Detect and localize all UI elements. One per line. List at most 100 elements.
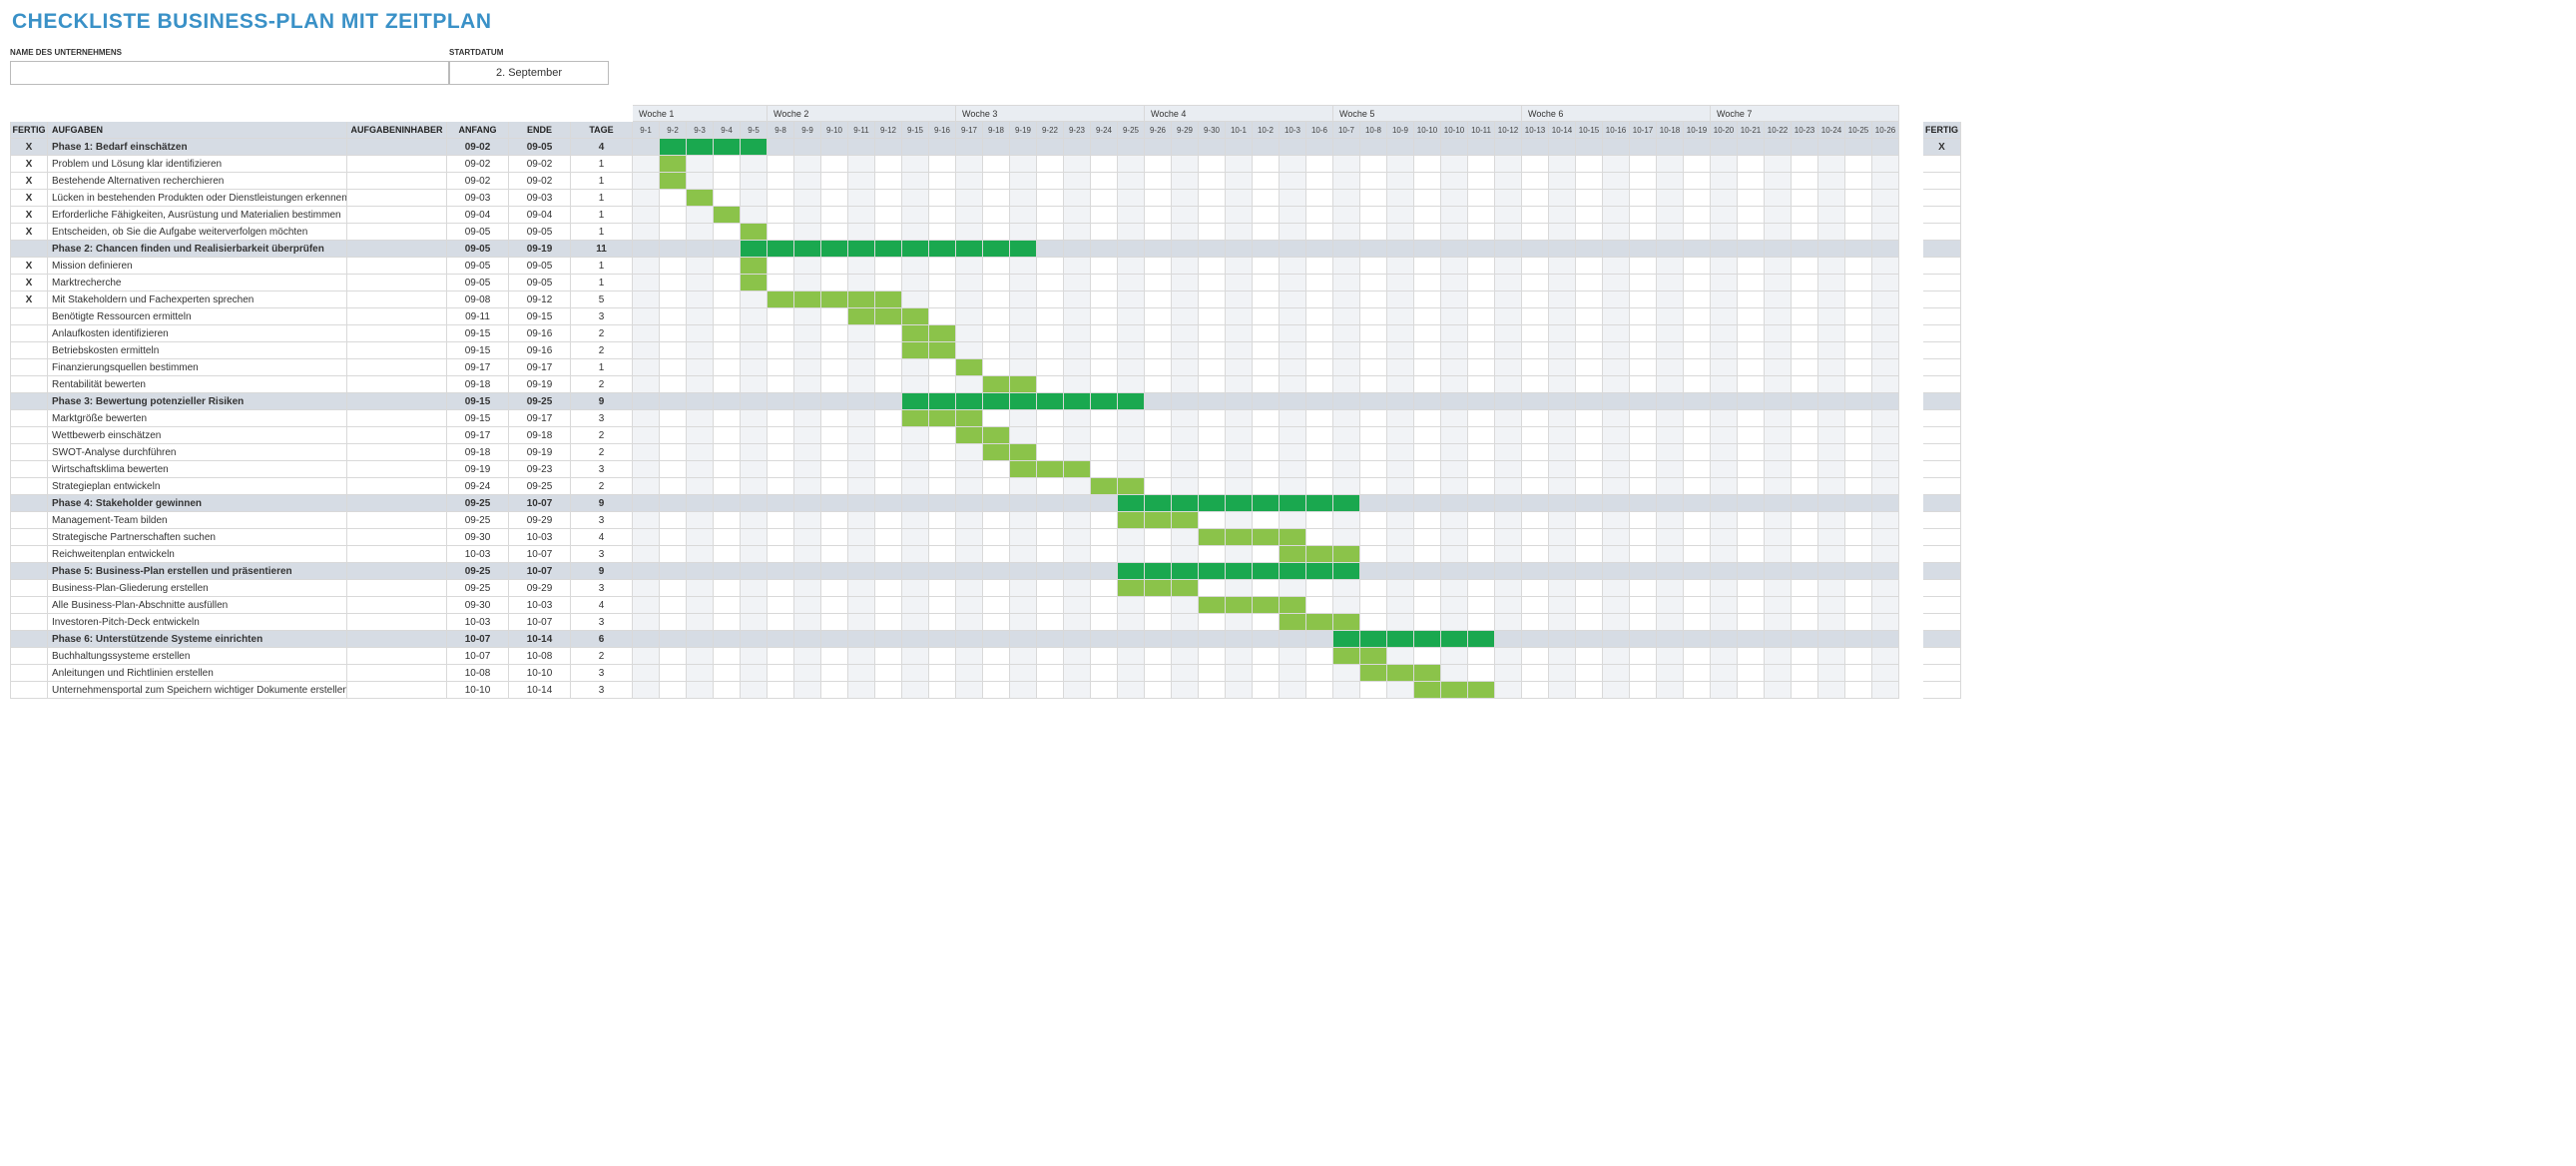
done-cell[interactable] [10, 682, 48, 699]
done-cell-right[interactable] [1923, 410, 1961, 427]
done-cell-right[interactable] [1923, 207, 1961, 224]
done-cell-right[interactable] [1923, 292, 1961, 308]
done-cell-right[interactable] [1923, 478, 1961, 495]
owner-cell[interactable] [347, 258, 447, 275]
done-cell-right[interactable] [1923, 173, 1961, 190]
owner-cell[interactable] [347, 529, 447, 546]
done-cell-right[interactable] [1923, 580, 1961, 597]
done-cell[interactable]: X [10, 207, 48, 224]
done-cell[interactable]: X [10, 224, 48, 241]
done-cell-right[interactable] [1923, 308, 1961, 325]
done-cell-right[interactable] [1923, 376, 1961, 393]
done-cell[interactable]: X [10, 139, 48, 156]
owner-cell[interactable] [347, 614, 447, 631]
done-cell[interactable] [10, 512, 48, 529]
done-cell-right[interactable]: X [1923, 139, 1961, 156]
done-cell-right[interactable] [1923, 156, 1961, 173]
done-cell[interactable] [10, 461, 48, 478]
done-cell[interactable]: X [10, 292, 48, 308]
done-cell[interactable] [10, 444, 48, 461]
owner-cell[interactable] [347, 224, 447, 241]
owner-cell[interactable] [347, 292, 447, 308]
owner-cell[interactable] [347, 241, 447, 258]
done-cell-right[interactable] [1923, 648, 1961, 665]
done-cell[interactable]: X [10, 275, 48, 292]
owner-cell[interactable] [347, 308, 447, 325]
done-cell[interactable] [10, 478, 48, 495]
startdate-input[interactable] [449, 61, 609, 85]
done-cell-right[interactable] [1923, 258, 1961, 275]
done-cell[interactable] [10, 393, 48, 410]
done-cell-right[interactable] [1923, 682, 1961, 699]
owner-cell[interactable] [347, 139, 447, 156]
done-cell[interactable]: X [10, 156, 48, 173]
done-cell-right[interactable] [1923, 359, 1961, 376]
owner-cell[interactable] [347, 546, 447, 563]
owner-cell[interactable] [347, 648, 447, 665]
owner-cell[interactable] [347, 342, 447, 359]
owner-cell[interactable] [347, 580, 447, 597]
done-cell[interactable] [10, 427, 48, 444]
owner-cell[interactable] [347, 478, 447, 495]
owner-cell[interactable] [347, 444, 447, 461]
owner-cell[interactable] [347, 207, 447, 224]
done-cell-right[interactable] [1923, 241, 1961, 258]
done-cell[interactable] [10, 597, 48, 614]
done-cell[interactable] [10, 342, 48, 359]
owner-cell[interactable] [347, 461, 447, 478]
done-cell[interactable] [10, 648, 48, 665]
company-input[interactable] [10, 61, 449, 85]
done-cell[interactable] [10, 580, 48, 597]
done-cell-right[interactable] [1923, 665, 1961, 682]
done-cell-right[interactable] [1923, 495, 1961, 512]
owner-cell[interactable] [347, 156, 447, 173]
done-cell[interactable] [10, 308, 48, 325]
done-cell-right[interactable] [1923, 190, 1961, 207]
done-cell[interactable]: X [10, 190, 48, 207]
done-cell-right[interactable] [1923, 444, 1961, 461]
done-cell-right[interactable] [1923, 631, 1961, 648]
done-cell-right[interactable] [1923, 614, 1961, 631]
owner-cell[interactable] [347, 563, 447, 580]
done-cell[interactable] [10, 631, 48, 648]
done-cell[interactable] [10, 495, 48, 512]
done-cell-right[interactable] [1923, 325, 1961, 342]
owner-cell[interactable] [347, 393, 447, 410]
owner-cell[interactable] [347, 376, 447, 393]
done-cell[interactable] [10, 241, 48, 258]
done-cell-right[interactable] [1923, 461, 1961, 478]
done-cell[interactable] [10, 563, 48, 580]
done-cell-right[interactable] [1923, 393, 1961, 410]
done-cell[interactable] [10, 376, 48, 393]
owner-cell[interactable] [347, 631, 447, 648]
done-cell[interactable] [10, 410, 48, 427]
done-cell[interactable]: X [10, 173, 48, 190]
done-cell[interactable] [10, 529, 48, 546]
owner-cell[interactable] [347, 190, 447, 207]
owner-cell[interactable] [347, 325, 447, 342]
owner-cell[interactable] [347, 597, 447, 614]
owner-cell[interactable] [347, 410, 447, 427]
done-cell-right[interactable] [1923, 275, 1961, 292]
done-cell-right[interactable] [1923, 597, 1961, 614]
done-cell-right[interactable] [1923, 427, 1961, 444]
done-cell[interactable] [10, 325, 48, 342]
done-cell[interactable] [10, 546, 48, 563]
done-cell-right[interactable] [1923, 224, 1961, 241]
owner-cell[interactable] [347, 359, 447, 376]
done-cell[interactable] [10, 665, 48, 682]
owner-cell[interactable] [347, 173, 447, 190]
owner-cell[interactable] [347, 275, 447, 292]
done-cell-right[interactable] [1923, 563, 1961, 580]
done-cell-right[interactable] [1923, 342, 1961, 359]
done-cell-right[interactable] [1923, 546, 1961, 563]
done-cell[interactable] [10, 359, 48, 376]
done-cell[interactable]: X [10, 258, 48, 275]
owner-cell[interactable] [347, 682, 447, 699]
owner-cell[interactable] [347, 512, 447, 529]
done-cell-right[interactable] [1923, 512, 1961, 529]
owner-cell[interactable] [347, 495, 447, 512]
done-cell-right[interactable] [1923, 529, 1961, 546]
owner-cell[interactable] [347, 427, 447, 444]
done-cell[interactable] [10, 614, 48, 631]
